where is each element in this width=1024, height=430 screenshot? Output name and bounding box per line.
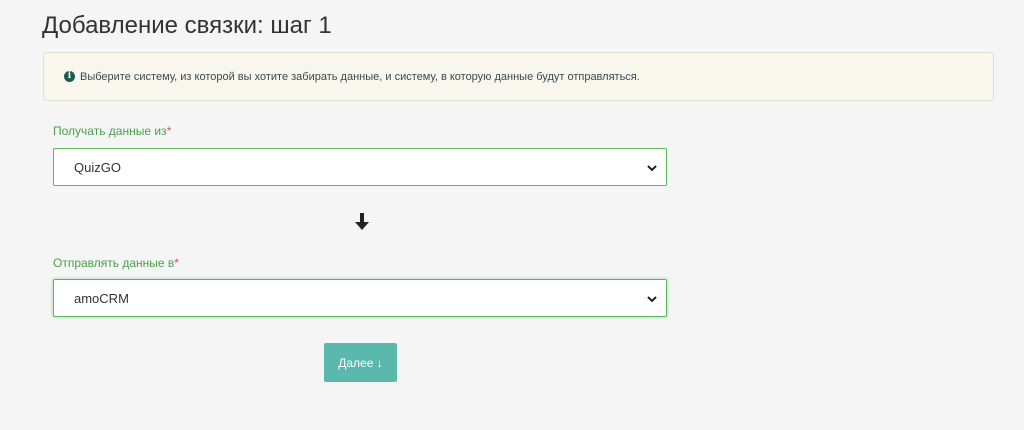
info-alert: i Выберите систему, из которой вы хотите… (43, 52, 994, 101)
source-label: Получать данные из* (53, 124, 171, 138)
destination-label-text: Отправлять данные в (53, 256, 175, 270)
page: Добавление связки: шаг 1 i Выберите сист… (0, 0, 1024, 430)
page-title: Добавление связки: шаг 1 (42, 12, 332, 39)
arrow-down-icon (355, 213, 369, 230)
alert-text: Выберите систему, из которой вы хотите з… (80, 70, 640, 83)
destination-select[interactable]: amoCRM (53, 279, 667, 317)
chevron-down-icon (647, 296, 657, 303)
destination-label: Отправлять данные в* (53, 256, 179, 270)
next-button[interactable]: Далее ↓ (324, 343, 397, 382)
required-mark: * (166, 124, 172, 138)
destination-select-value: amoCRM (74, 290, 129, 306)
chevron-down-icon (647, 165, 657, 172)
info-icon: i (64, 71, 75, 82)
source-label-text: Получать данные из (53, 124, 167, 138)
source-select-value: QuizGO (74, 159, 121, 175)
source-select[interactable]: QuizGO (53, 148, 667, 186)
required-mark: * (174, 256, 179, 270)
